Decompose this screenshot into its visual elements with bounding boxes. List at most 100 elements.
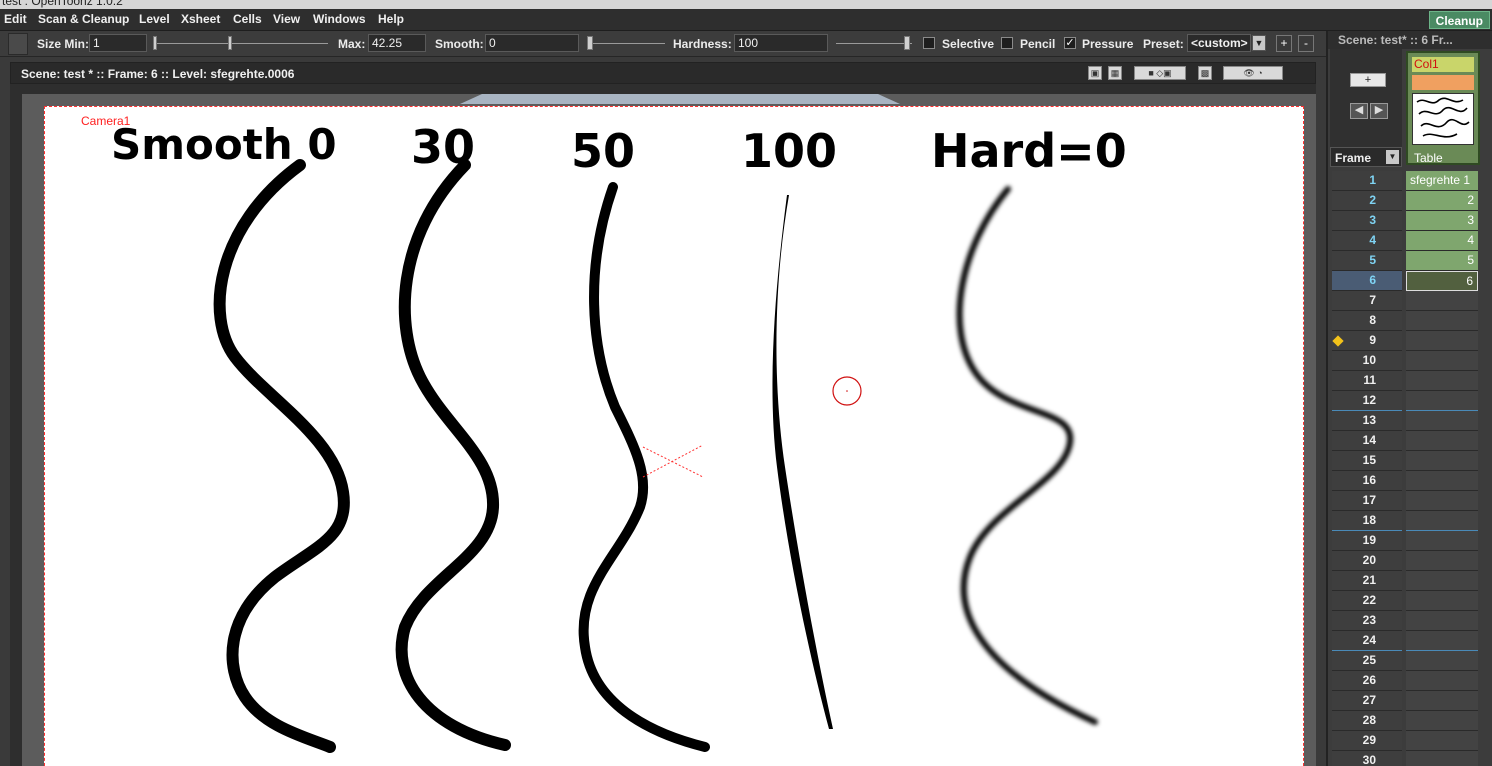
remove-preset-button[interactable]: - <box>1298 35 1314 52</box>
selective-checkbox[interactable] <box>923 37 935 49</box>
frame-number[interactable]: 5 <box>1332 251 1402 271</box>
size-min-handle[interactable] <box>153 36 157 50</box>
xsheet-cell[interactable] <box>1406 451 1478 471</box>
horizontal-ruler[interactable] <box>22 84 1316 94</box>
camera-stand-toggle-icon[interactable]: ▣ <box>1088 66 1102 80</box>
menu-xsheet[interactable]: Xsheet <box>181 12 220 26</box>
room-tab-cleanup[interactable]: Cleanup <box>1428 11 1490 29</box>
frame-number[interactable]: 10 <box>1332 351 1402 371</box>
menu-level[interactable]: Level <box>139 12 170 26</box>
frame-number[interactable]: 15 <box>1332 451 1402 471</box>
hardness-field[interactable]: 100 <box>734 34 828 52</box>
table-view-icon[interactable]: ▦ <box>1108 66 1122 80</box>
frame-number[interactable]: 24 <box>1332 631 1402 651</box>
xsheet-cell[interactable] <box>1406 751 1478 766</box>
xsheet-cell[interactable] <box>1406 431 1478 451</box>
xsheet-cell[interactable] <box>1406 711 1478 731</box>
preview-eye-icon[interactable]: 👁 ◔ <box>1223 66 1283 80</box>
menu-cells[interactable]: Cells <box>233 12 262 26</box>
frame-number[interactable]: 6 <box>1332 271 1402 291</box>
xsheet-cell[interactable]: 5 <box>1406 251 1478 271</box>
frame-number[interactable]: 30 <box>1332 751 1402 766</box>
frame-number[interactable]: 11 <box>1332 371 1402 391</box>
hardness-slider[interactable] <box>836 43 912 44</box>
frame-number[interactable]: 3 <box>1332 211 1402 231</box>
xsheet-cell[interactable]: sfegrehte 1 <box>1406 171 1478 191</box>
xsheet-cell[interactable] <box>1406 651 1478 671</box>
frame-number[interactable]: 17 <box>1332 491 1402 511</box>
pencil-checkbox[interactable] <box>1001 37 1013 49</box>
xsheet-cell[interactable] <box>1406 351 1478 371</box>
column-header-col1[interactable]: Col1 Table <box>1406 51 1480 165</box>
frame-header-dropdown-arrow[interactable]: ▼ <box>1386 150 1399 164</box>
preset-dropdown-arrow[interactable]: ▼ <box>1252 35 1266 51</box>
xsheet-cell[interactable] <box>1406 491 1478 511</box>
xsheet-cell[interactable] <box>1406 551 1478 571</box>
xsheet-cell[interactable] <box>1406 671 1478 691</box>
xsheet-cell[interactable]: 4 <box>1406 231 1478 251</box>
frame-number[interactable]: 7 <box>1332 291 1402 311</box>
menu-edit[interactable]: Edit <box>4 12 27 26</box>
xsheet-cell[interactable] <box>1406 731 1478 751</box>
frame-number[interactable]: 20 <box>1332 551 1402 571</box>
checkerboard-icon[interactable]: ▩ <box>1198 66 1212 80</box>
xsheet-cell[interactable] <box>1406 571 1478 591</box>
add-preset-button[interactable]: + <box>1276 35 1292 52</box>
frame-number[interactable]: 22 <box>1332 591 1402 611</box>
frame-number[interactable]: 1 <box>1332 171 1402 191</box>
frame-number[interactable]: 26 <box>1332 671 1402 691</box>
max-field[interactable]: 42.25 <box>368 34 426 52</box>
xsheet-cell[interactable] <box>1406 391 1478 411</box>
size-slider[interactable] <box>156 43 328 44</box>
xsheet-cell[interactable] <box>1406 371 1478 391</box>
drawing-canvas[interactable]: Smooth 0 30 50 100 Hard=0 Camera1 <box>44 106 1304 766</box>
frame-number[interactable]: 4 <box>1332 231 1402 251</box>
xsheet-cell[interactable] <box>1406 471 1478 491</box>
column-lock-toggle[interactable] <box>1412 75 1474 90</box>
frame-number[interactable]: 21 <box>1332 571 1402 591</box>
smooth-field[interactable]: 0 <box>485 34 579 52</box>
new-level-icon[interactable]: + <box>1350 73 1386 87</box>
xsheet-cell[interactable] <box>1406 531 1478 551</box>
smooth-slider-handle[interactable] <box>587 36 593 50</box>
frame-number[interactable]: 28 <box>1332 711 1402 731</box>
xsheet-cell[interactable]: 3 <box>1406 211 1478 231</box>
camera-view-icon[interactable]: ■ ◇▣ <box>1134 66 1186 80</box>
frame-number[interactable]: 29 <box>1332 731 1402 751</box>
size-min-field[interactable]: 1 <box>89 34 147 52</box>
frame-number[interactable]: 27 <box>1332 691 1402 711</box>
xsheet-cell[interactable] <box>1406 691 1478 711</box>
xsheet-cell[interactable] <box>1406 611 1478 631</box>
frame-number[interactable]: 19 <box>1332 531 1402 551</box>
xsheet-cell[interactable] <box>1406 311 1478 331</box>
frame-header-dropdown[interactable]: Frame ▼ <box>1330 147 1402 167</box>
xsheet-cell[interactable] <box>1406 291 1478 311</box>
frame-number[interactable]: 14 <box>1332 431 1402 451</box>
menu-windows[interactable]: Windows <box>313 12 366 26</box>
frame-number[interactable]: 18 <box>1332 511 1402 531</box>
menu-view[interactable]: View <box>273 12 300 26</box>
size-max-handle[interactable] <box>228 36 232 50</box>
prev-frame-icon[interactable]: ◀ <box>1350 103 1368 119</box>
hardness-slider-handle[interactable] <box>904 36 910 50</box>
frame-number[interactable]: 8 <box>1332 311 1402 331</box>
frame-number[interactable]: 2 <box>1332 191 1402 211</box>
xsheet-cell[interactable]: 6 <box>1406 271 1478 291</box>
smooth-slider[interactable] <box>589 43 665 44</box>
pressure-checkbox[interactable]: ✓ <box>1064 37 1076 49</box>
xsheet-cell[interactable] <box>1406 331 1478 351</box>
column-name[interactable]: Col1 <box>1412 57 1474 72</box>
xsheet-cell[interactable] <box>1406 591 1478 611</box>
xsheet-cell[interactable] <box>1406 511 1478 531</box>
frame-number[interactable]: 12 <box>1332 391 1402 411</box>
xsheet-cell[interactable] <box>1406 411 1478 431</box>
frame-number[interactable]: 16 <box>1332 471 1402 491</box>
menu-help[interactable]: Help <box>378 12 404 26</box>
xsheet-cell[interactable]: 2 <box>1406 191 1478 211</box>
vertical-ruler[interactable] <box>10 84 22 766</box>
xsheet-cell[interactable] <box>1406 631 1478 651</box>
menu-scan-cleanup[interactable]: Scan & Cleanup <box>38 12 129 26</box>
frame-number[interactable]: 13 <box>1332 411 1402 431</box>
viewer-panel[interactable]: Smooth 0 30 50 100 Hard=0 Camera1 <box>10 84 1316 766</box>
frame-number[interactable]: 25 <box>1332 651 1402 671</box>
